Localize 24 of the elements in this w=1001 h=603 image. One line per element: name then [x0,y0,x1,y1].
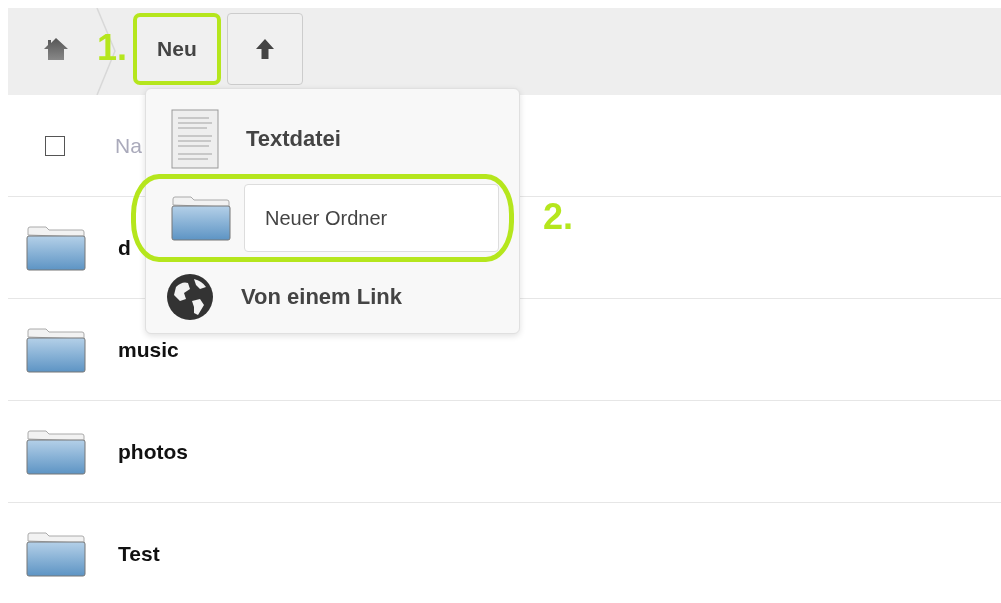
step-label: 1. [97,26,128,69]
globe-icon [166,273,214,321]
folder-name-input[interactable]: Neuer Ordner [244,184,499,252]
menu-item[interactable]: Textdatei [146,104,514,174]
folder-icon [26,224,86,271]
menu-item[interactable]: Von einem Link [146,262,514,332]
highlighted-menu-item[interactable]: Neuer Ordner [131,174,514,262]
folder-icon [26,530,86,577]
upload-button[interactable] [226,12,303,85]
menu-label: Von einem Link [241,284,402,310]
folder-name[interactable]: photos [118,439,188,464]
menu-label: Textdatei [246,126,341,152]
text-file-icon [171,109,219,169]
folder-name[interactable]: d [118,235,131,260]
home-icon[interactable] [43,36,69,61]
folder-name[interactable]: Test [118,541,160,566]
new-button[interactable]: Neu [133,12,221,85]
step-label: 2. [543,196,574,238]
arrow-up-icon [254,37,275,60]
folder-icon [26,428,86,475]
folder-icon [171,195,231,241]
folder-icon [26,326,86,373]
folder-name[interactable]: music [118,337,179,362]
select-all-checkbox[interactable] [45,135,65,156]
